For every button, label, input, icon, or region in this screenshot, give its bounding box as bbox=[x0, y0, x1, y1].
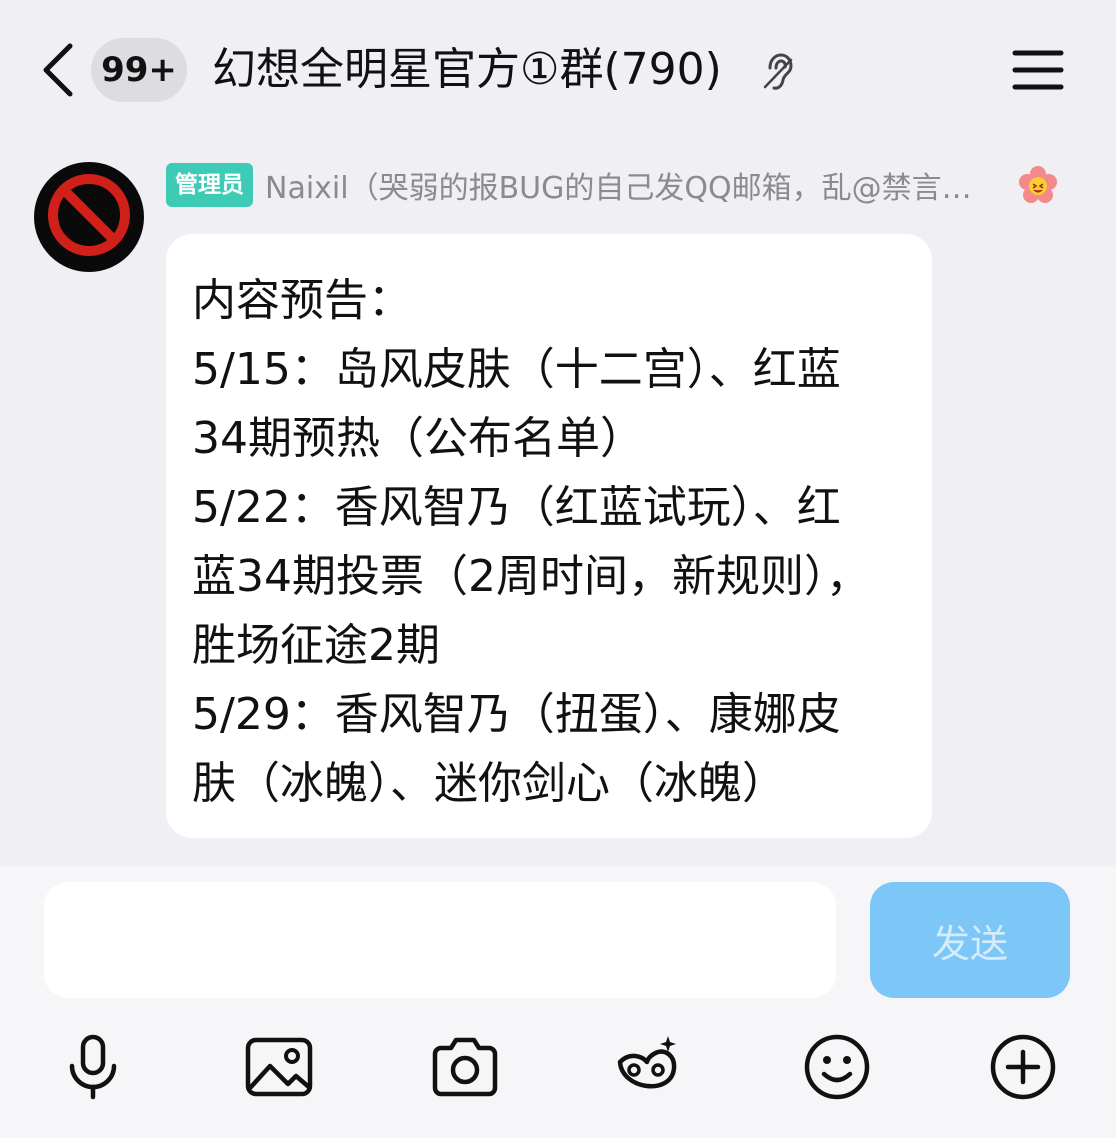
sticker-face-icon[interactable] bbox=[612, 1032, 682, 1102]
message-sender-row: 管理员 Naixil（哭弱的报BUG的自己发QQ邮箱，乱@禁言… bbox=[166, 162, 1086, 208]
prohibited-sign-avatar[interactable] bbox=[34, 162, 144, 272]
group-title[interactable]: 幻想全明星官方①群(790) bbox=[212, 38, 722, 102]
emoji-icon[interactable] bbox=[802, 1032, 872, 1102]
image-icon[interactable] bbox=[244, 1032, 314, 1102]
chat-header: 99+ 幻想全明星官方①群(790) bbox=[0, 0, 1116, 140]
camera-icon[interactable] bbox=[430, 1032, 500, 1102]
message-line: 34期预热（公布名单） bbox=[192, 413, 644, 464]
flower-emoji-icon bbox=[1019, 166, 1057, 203]
composer-panel: 发送 bbox=[0, 866, 1116, 1138]
send-button[interactable]: 发送 bbox=[870, 882, 1070, 998]
message-line: 内容预告： bbox=[192, 275, 412, 326]
message-line: 肤（冰魄）、迷你剑心（冰魄） bbox=[192, 758, 786, 809]
plus-icon[interactable] bbox=[988, 1032, 1058, 1102]
message-bubble[interactable]: 内容预告： 5/15：岛风皮肤（十二宫）、红蓝 34期预热（公布名单） 5/22… bbox=[166, 234, 932, 838]
microphone-icon[interactable] bbox=[58, 1032, 128, 1102]
message-line: 蓝34期投票（2周时间，新规则）， bbox=[192, 551, 870, 602]
message-input[interactable] bbox=[44, 882, 836, 998]
message-line: 5/15：岛风皮肤（十二宫）、红蓝 bbox=[192, 344, 841, 395]
chevron-left-icon[interactable] bbox=[38, 40, 78, 100]
hamburger-menu-icon[interactable] bbox=[1012, 48, 1064, 92]
ear-icon[interactable] bbox=[762, 52, 794, 92]
admin-role-tag: 管理员 bbox=[166, 163, 253, 207]
sender-name[interactable]: Naixil（哭弱的报BUG的自己发QQ邮箱，乱@禁言… bbox=[265, 163, 1010, 207]
message-line: 5/29：香风智乃（扭蛋）、康娜皮 bbox=[192, 689, 841, 740]
unread-badge[interactable]: 99+ bbox=[91, 38, 187, 102]
message-line: 胜场征途2期 bbox=[192, 620, 440, 671]
message-line: 5/22：香风智乃（红蓝试玩）、红 bbox=[192, 482, 841, 533]
